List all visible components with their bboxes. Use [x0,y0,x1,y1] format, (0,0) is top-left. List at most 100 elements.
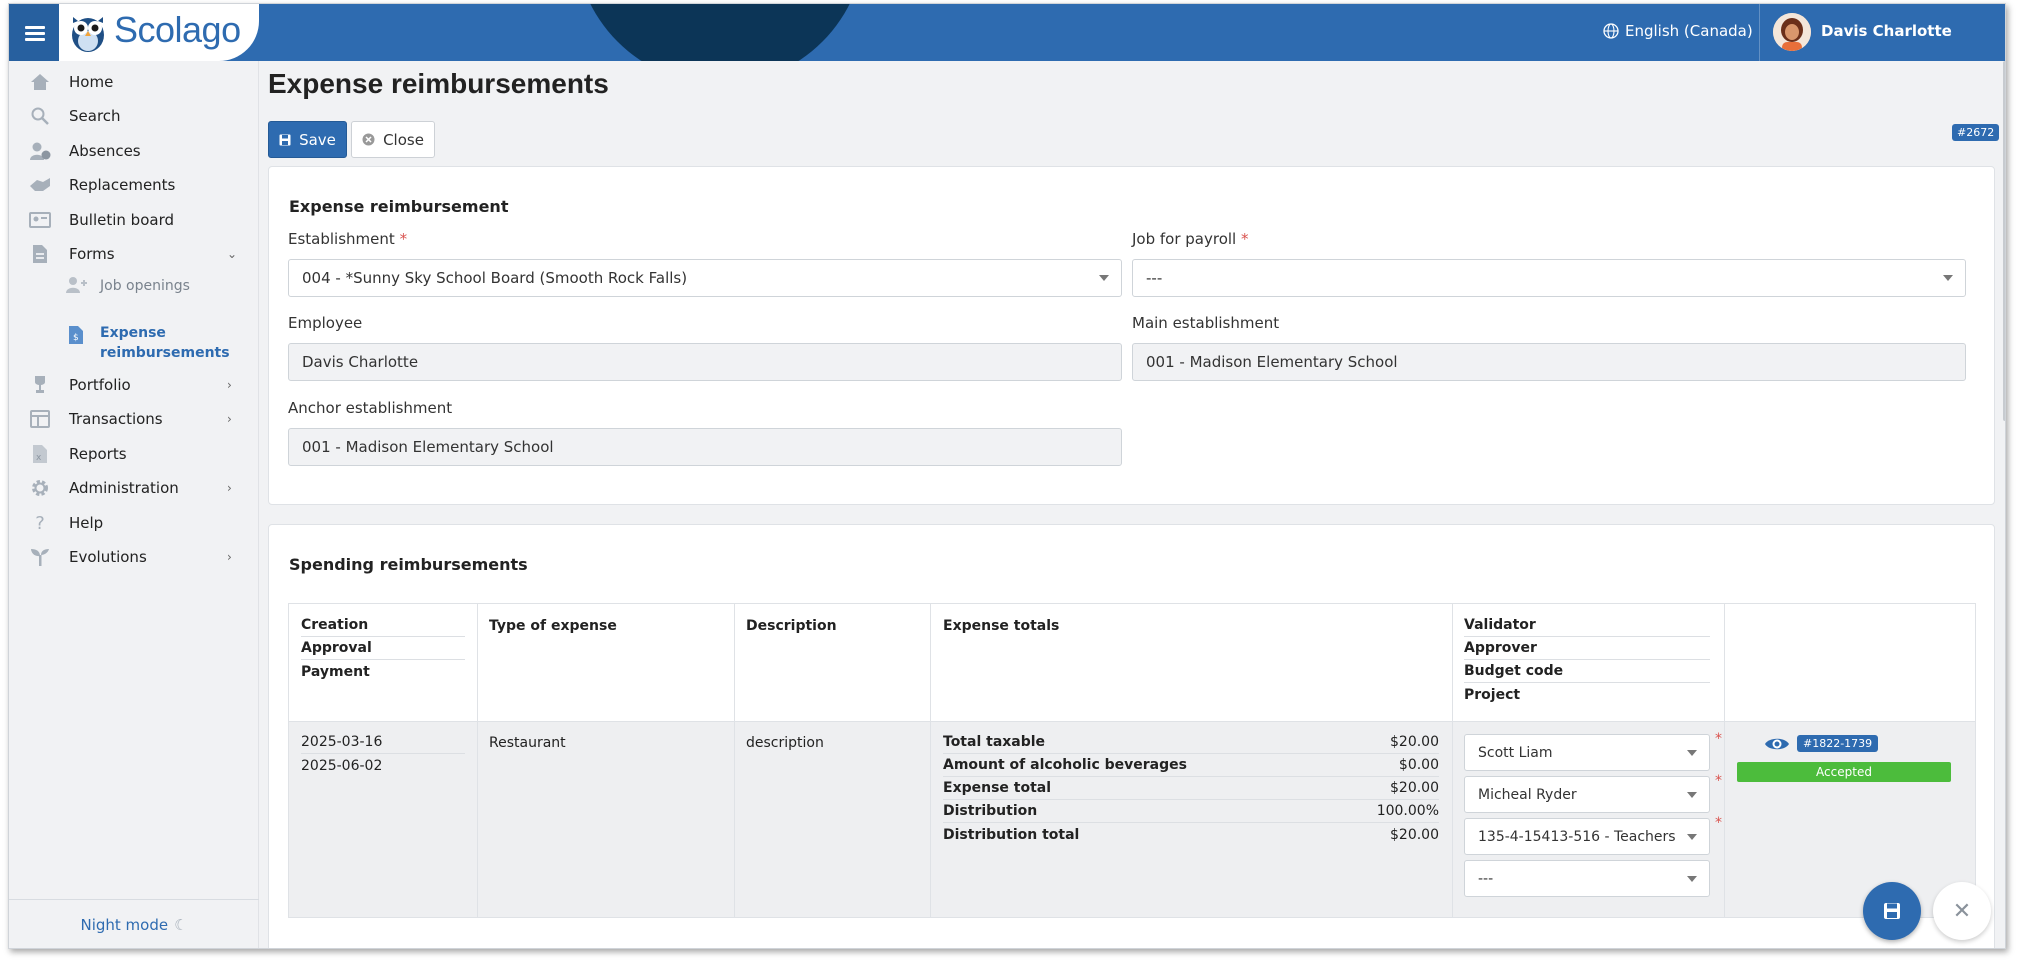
approver-value: Micheal Ryder [1478,786,1577,803]
close-circle-icon [362,133,375,146]
column-divider [1724,604,1725,917]
sidebar-subitem-expense-reimbursements[interactable]: $ Expense reimbursements [9,323,259,369]
sidebar-item-evolutions[interactable]: Evolutions › [9,542,259,572]
absence-icon [29,141,51,161]
app-window: Scolago English (Canada) Davis Charlotte… [8,3,2006,949]
reports-icon: x [29,444,51,464]
floating-close-button[interactable]: ✕ [1933,882,1991,940]
sidebar-item-forms[interactable]: Forms ⌄ [9,239,259,269]
required-mark: * [1715,731,1722,747]
record-id-badge: #2672 [1952,124,2000,141]
sidebar-item-absences[interactable]: Absences [9,136,259,166]
sidebar-subitem-label: Expense [100,325,166,341]
sidebar-item-administration[interactable]: Administration › [9,473,259,503]
sidebar-item-search[interactable]: Search [9,101,259,131]
logo-text: Scolago [114,9,241,50]
header-description: Description [746,618,837,634]
add-user-icon [65,275,87,295]
expense-reimbursement-card: Expense reimbursement Establishment * 00… [268,166,1995,505]
budget-code-select[interactable]: 135-4-15413-516 - Teachers [1464,818,1710,855]
project-select[interactable]: --- [1464,860,1710,897]
sidebar: Home Search Absences Replacements Bullet… [9,61,259,948]
sidebar-item-label: Home [69,73,114,91]
sidebar-item-portfolio[interactable]: Portfolio › [9,370,259,400]
caret-down-icon [1687,834,1697,840]
caret-down-icon [1687,876,1697,882]
sidebar-item-home[interactable]: Home [9,67,259,97]
language-label: English (Canada) [1625,22,1753,40]
night-mode-toggle[interactable]: Night mode ☾ [9,899,259,948]
sidebar-item-transactions[interactable]: Transactions › [9,404,259,434]
chevron-right-icon: › [227,550,232,564]
close-icon: ✕ [1952,898,1972,924]
user-name[interactable]: Davis Charlotte [1821,22,1952,40]
job-payroll-label: Job for payroll * [1132,230,1249,248]
trophy-icon [29,375,51,395]
validator-select[interactable]: Scott Liam [1464,734,1710,771]
sidebar-subitem-job-openings[interactable]: Job openings [9,273,259,299]
close-button[interactable]: Close [351,121,435,158]
sidebar-item-label: Bulletin board [69,211,174,229]
close-button-label: Close [383,130,424,149]
header-project: Project [1464,686,1521,703]
alcohol-amount-row: Amount of alcoholic beverages $0.00 [943,754,1439,777]
total-taxable-row: Total taxable $20.00 [943,731,1439,754]
caret-down-icon [1943,275,1953,281]
sidebar-item-label: Search [69,107,121,125]
moon-icon: ☾ [174,916,188,934]
sidebar-item-label: Transactions [69,410,163,428]
required-mark: * [1715,773,1722,789]
caret-down-icon [1687,792,1697,798]
job-payroll-value: --- [1146,269,1163,287]
floppy-icon [1884,903,1900,919]
spending-table: Creation Approval Payment Type of expens… [288,603,1976,918]
header-type-of-expense: Type of expense [489,618,617,634]
establishment-select[interactable]: 004 - *Sunny Sky School Board (Smooth Ro… [288,259,1122,297]
language-selector[interactable]: English (Canada) [1603,22,1753,40]
owl-logo-icon [72,17,104,52]
globe-icon [1603,23,1619,39]
menu-toggle-button[interactable] [9,4,59,61]
header-budget-code: Budget code [1464,660,1710,683]
avatar[interactable] [1773,13,1811,51]
sidebar-item-label: Forms [69,245,115,263]
page-title: Expense reimbursements [268,68,609,99]
employee-label: Employee [288,314,363,332]
sidebar-item-label: Replacements [69,176,176,194]
establishment-label: Establishment * [288,230,408,248]
approval-date: 2025-06-02 [301,757,383,774]
caret-down-icon [1687,750,1697,756]
header-expense-totals: Expense totals [943,618,1060,634]
header-validator: Validator [1464,614,1710,637]
svg-text:x: x [36,453,42,463]
job-payroll-select[interactable]: --- [1132,259,1966,297]
main-establishment-label: Main establishment [1132,314,1280,332]
save-button-label: Save [299,130,336,149]
view-eye-icon[interactable] [1764,735,1790,753]
sidebar-item-bulletin-board[interactable]: Bulletin board [9,205,259,235]
chevron-right-icon: › [227,378,232,392]
distribution-row: Distribution 100.00% [943,800,1439,823]
sidebar-item-reports[interactable]: x Reports [9,439,259,469]
column-divider [477,604,478,917]
floating-save-button[interactable] [1863,882,1921,940]
logo[interactable]: Scolago [59,4,259,61]
transactions-icon [29,409,51,429]
header-decoration [575,4,865,61]
employee-value: Davis Charlotte [302,353,419,371]
sidebar-item-label: Reports [69,445,127,463]
column-divider [1452,604,1453,917]
replacement-icon [29,175,51,195]
sidebar-item-label: Help [69,514,104,532]
help-icon: ? [35,512,45,534]
creation-date: 2025-03-16 [301,731,465,754]
sidebar-item-replacements[interactable]: Replacements [9,170,259,200]
scrollbar[interactable] [2003,61,2005,421]
expense-total-row: Expense total $20.00 [943,777,1439,800]
save-button[interactable]: Save [268,121,347,158]
night-mode-label: Night mode [80,916,169,934]
employee-field: Davis Charlotte [288,343,1122,381]
sidebar-item-help[interactable]: ? Help [9,508,259,538]
approver-select[interactable]: Micheal Ryder [1464,776,1710,813]
main-establishment-field: 001 - Madison Elementary School [1132,343,1966,381]
